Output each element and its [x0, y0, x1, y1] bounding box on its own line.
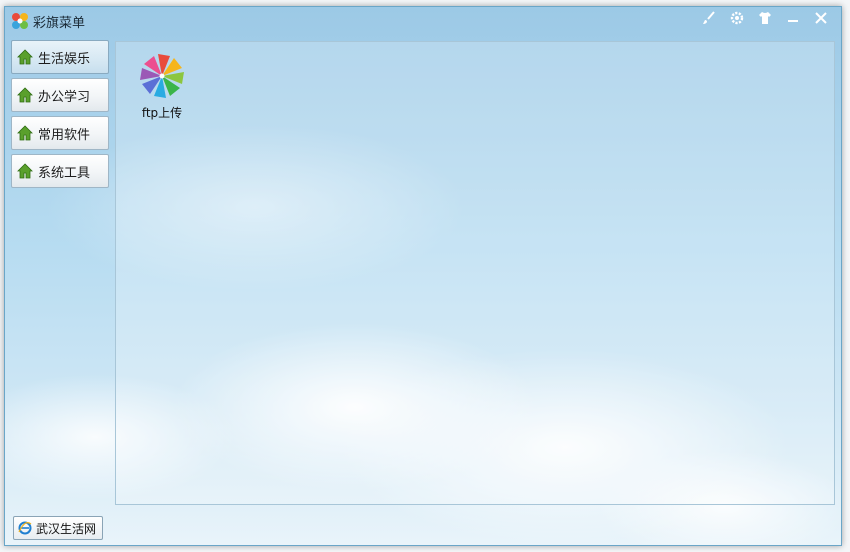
close-icon — [815, 12, 827, 24]
nav-item-entertainment[interactable]: 生活娱乐 — [11, 40, 109, 74]
ie-icon — [18, 521, 32, 535]
home-icon — [17, 49, 33, 65]
nav-item-software[interactable]: 常用软件 — [11, 116, 109, 150]
app-tile-ftp-upload[interactable]: ftp上传 — [134, 52, 190, 121]
minimize-button[interactable] — [779, 8, 807, 28]
home-icon — [17, 163, 33, 179]
nav-item-label: 生活娱乐 — [38, 51, 91, 67]
theme-button[interactable] — [751, 8, 779, 28]
gear-icon — [730, 11, 744, 25]
window-title: 彩旗菜单 — [33, 16, 86, 31]
app-window: 彩旗菜单 生活娱乐 办公学习 常用软件 系统工具 ftp上传 武汉生活网 — [4, 6, 842, 546]
title-bar[interactable]: 彩旗菜单 — [5, 7, 841, 35]
brush-icon — [703, 11, 715, 24]
pinwheel-icon — [140, 54, 184, 98]
app-tile-label: ftp上传 — [141, 106, 183, 120]
nav-item-office[interactable]: 办公学习 — [11, 78, 109, 112]
nav-item-label: 常用软件 — [38, 127, 91, 143]
wuhan-life-link[interactable]: 武汉生活网 — [13, 516, 104, 540]
settings-button[interactable] — [723, 8, 751, 28]
nav-item-system-tools[interactable]: 系统工具 — [11, 154, 109, 188]
nav-item-label: 办公学习 — [38, 89, 91, 105]
home-icon — [17, 125, 33, 141]
skin-brush-button[interactable] — [695, 8, 723, 28]
app-grid-panel: ftp上传 — [115, 41, 835, 505]
home-icon — [17, 87, 33, 103]
window-controls — [695, 8, 835, 30]
category-nav: 生活娱乐 办公学习 常用软件 系统工具 — [11, 40, 109, 192]
shirt-icon — [759, 12, 771, 24]
minimize-icon — [788, 20, 798, 22]
nav-item-label: 系统工具 — [38, 165, 91, 181]
close-button[interactable] — [807, 8, 835, 28]
app-logo-icon — [12, 13, 28, 29]
footer-link-label: 武汉生活网 — [36, 521, 97, 536]
